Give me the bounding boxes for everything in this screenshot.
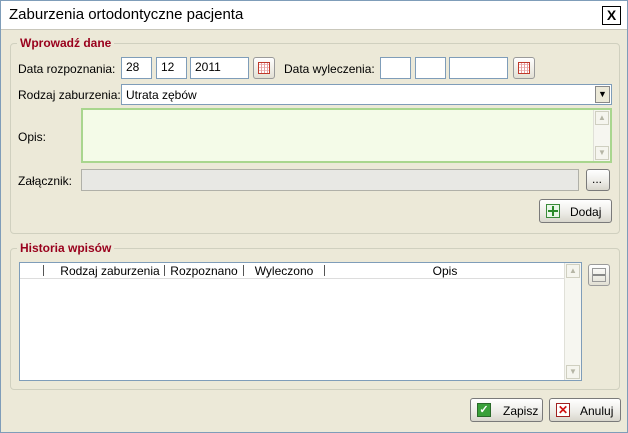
close-button[interactable]: X [602,6,621,25]
history-group-legend: Historia wpisów [20,241,112,255]
add-button-label: Dodaj [570,205,602,219]
cancel-button[interactable]: ✕ Anuluj [549,398,621,422]
browse-button[interactable]: ... [586,169,610,191]
calendar-icon [518,62,530,74]
column-separator [43,265,44,276]
scroll-up-icon[interactable]: ▲ [566,264,580,278]
cancel-button-label: Anuluj [580,404,614,418]
entry-group-legend: Wprowadź dane [20,36,112,50]
diagnosis-date-label: Data rozpoznania: [18,62,116,76]
cure-year-field[interactable] [449,57,508,79]
type-select-value: Utrata zębów [126,88,197,102]
cure-day-field[interactable] [380,57,411,79]
add-button[interactable]: Dodaj [539,199,612,223]
cure-date-label: Data wyleczenia: [284,62,375,76]
diagnosis-year-field[interactable]: 2011 [190,57,249,79]
diagnosis-day-field[interactable]: 28 [121,57,152,79]
cure-month-field[interactable] [415,57,446,79]
check-icon: ✓ [477,403,491,417]
type-select[interactable]: Utrata zębów ▼ [121,84,612,105]
dialog-window: Zaburzenia ortodontyczne pacjenta X Wpro… [0,0,628,433]
save-button[interactable]: ✓ Zapisz [470,398,543,422]
history-table[interactable]: Rodzaj zaburzenia Rozpoznano Wyleczono O… [19,262,582,381]
column-separator [164,265,165,276]
column-header-type[interactable]: Rodzaj zaburzenia [55,264,165,278]
description-textarea[interactable]: ▲ ▼ [81,108,612,163]
scroll-down-icon[interactable]: ▼ [566,365,580,379]
type-label: Rodzaj zaburzenia: [18,88,121,102]
close-icon: X [606,7,617,23]
remove-entry-button[interactable] [588,264,610,286]
description-scrollbar[interactable]: ▲ ▼ [593,110,610,161]
attachment-label: Załącznik: [18,174,73,188]
save-button-label: Zapisz [503,404,539,418]
column-header-description[interactable]: Opis [330,264,560,278]
calendar-icon [258,62,270,74]
column-header-diagnosed[interactable]: Rozpoznano [168,264,240,278]
window-title: Zaburzenia ortodontyczne pacjenta [9,6,244,23]
description-label: Opis: [18,130,47,144]
history-scrollbar[interactable]: ▲ ▼ [564,263,581,380]
history-table-header: Rodzaj zaburzenia Rozpoznano Wyleczono O… [20,263,564,279]
cancel-icon: ✕ [556,403,570,417]
diagnosis-calendar-button[interactable] [253,57,275,79]
cure-calendar-button[interactable] [513,57,535,79]
column-header-cured[interactable]: Wyleczono [248,264,320,278]
title-bar[interactable]: Zaburzenia ortodontyczne pacjenta X [1,1,627,30]
scroll-down-icon[interactable]: ▼ [595,146,609,160]
column-separator [243,265,244,276]
scroll-up-icon[interactable]: ▲ [595,111,609,125]
chevron-down-icon[interactable]: ▼ [595,86,610,103]
diagnosis-month-field[interactable]: 12 [156,57,187,79]
add-icon [546,204,560,218]
column-separator [324,265,325,276]
attachment-field [81,169,579,191]
